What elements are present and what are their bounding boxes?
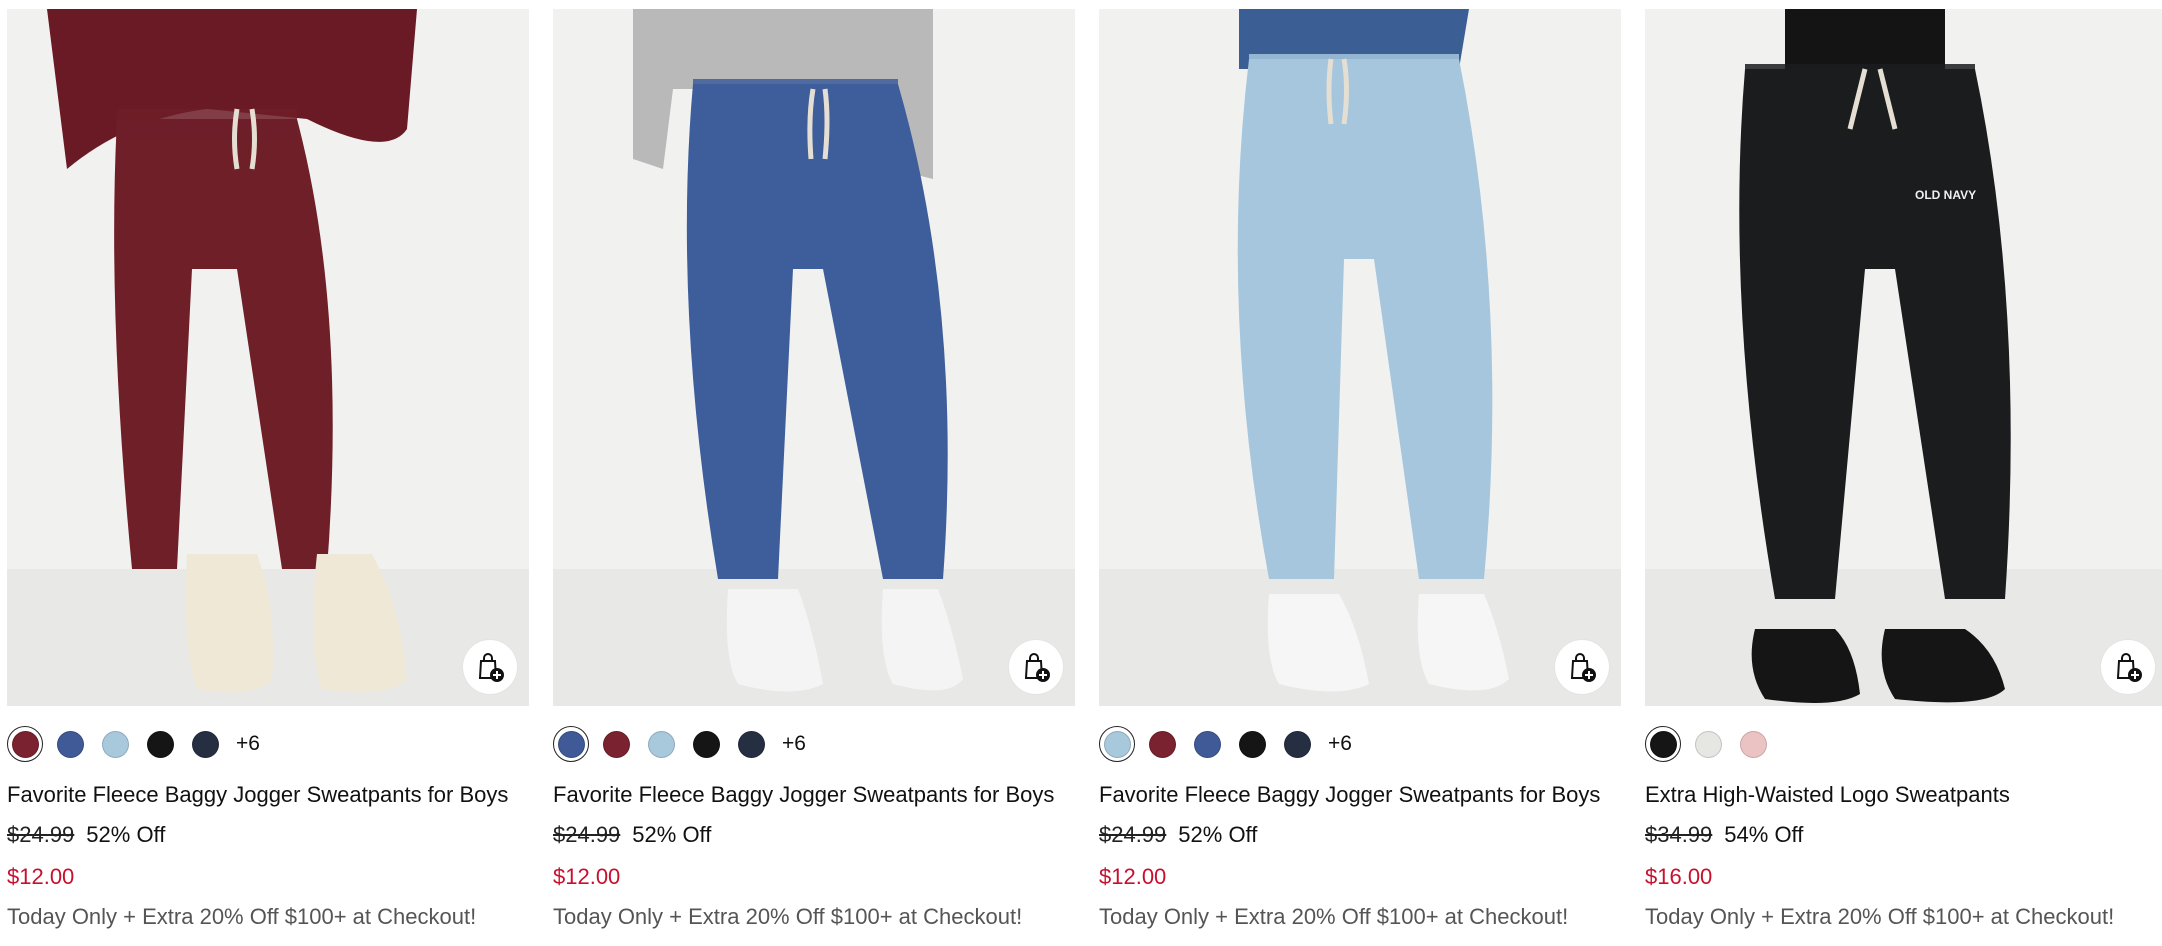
swatch-dot [101, 730, 129, 758]
color-swatches: +6 [7, 724, 529, 764]
discount-label: 52% Off [1178, 822, 1258, 847]
more-colors-link[interactable]: +6 [236, 732, 260, 756]
price-row: $24.99 52% Off [7, 822, 529, 848]
promo-text: Today Only + Extra 20% Off $100+ at Chec… [1099, 904, 1569, 929]
swatch-dot [191, 730, 219, 758]
original-price: $34.99 [1645, 822, 1713, 847]
bag-plus-icon [478, 653, 504, 682]
product-title[interactable]: Favorite Fleece Baggy Jogger Sweatpants … [553, 782, 1075, 808]
swatch-dot [11, 730, 39, 758]
product-card-4[interactable]: OLD NAVY Extra High-Waisted Logo Sweatpa… [1645, 9, 2162, 930]
color-swatches [1645, 724, 2162, 764]
price-row: $24.99 52% Off [1099, 822, 1621, 848]
color-swatch[interactable] [52, 726, 88, 762]
product-image[interactable] [7, 9, 529, 706]
quick-add-button[interactable] [463, 640, 517, 694]
color-swatch[interactable] [1735, 726, 1771, 762]
logo-text: OLD NAVY [1915, 188, 1976, 202]
swatch-dot [1193, 730, 1221, 758]
color-swatch[interactable] [553, 726, 589, 762]
product-image[interactable] [1099, 9, 1621, 706]
discount-label: 52% Off [86, 822, 166, 847]
discount-label: 52% Off [632, 822, 712, 847]
product-image[interactable] [553, 9, 1075, 706]
swatch-dot [737, 730, 765, 758]
original-price: $24.99 [553, 822, 621, 847]
product-card-1[interactable]: +6 Favorite Fleece Baggy Jogger Sweatpan… [7, 9, 529, 930]
promo-text: Today Only + Extra 20% Off $100+ at Chec… [553, 904, 1023, 929]
color-swatch[interactable] [1144, 726, 1180, 762]
swatch-dot [557, 730, 585, 758]
sale-price: $12.00 [7, 864, 75, 889]
color-swatch[interactable] [733, 726, 769, 762]
quick-add-button[interactable] [1009, 640, 1063, 694]
color-swatch[interactable] [187, 726, 223, 762]
swatch-dot [146, 730, 174, 758]
product-title[interactable]: Favorite Fleece Baggy Jogger Sweatpants … [7, 782, 529, 808]
price-row: $24.99 52% Off [553, 822, 1075, 848]
swatch-dot [602, 730, 630, 758]
product-title[interactable]: Favorite Fleece Baggy Jogger Sweatpants … [1099, 782, 1621, 808]
discount-label: 54% Off [1724, 822, 1804, 847]
more-colors-link[interactable]: +6 [782, 732, 806, 756]
price-row: $34.99 54% Off [1645, 822, 2162, 848]
product-title[interactable]: Extra High-Waisted Logo Sweatpants [1645, 782, 2162, 808]
swatch-dot [1739, 730, 1767, 758]
color-swatch[interactable] [1645, 726, 1681, 762]
swatch-dot [1283, 730, 1311, 758]
product-photo [7, 9, 529, 706]
color-swatch[interactable] [598, 726, 634, 762]
more-colors-link[interactable]: +6 [1328, 732, 1352, 756]
swatch-dot [1103, 730, 1131, 758]
product-image[interactable]: OLD NAVY [1645, 9, 2162, 706]
color-swatch[interactable] [688, 726, 724, 762]
color-swatch[interactable] [1189, 726, 1225, 762]
color-swatch[interactable] [1279, 726, 1315, 762]
swatch-dot [1694, 730, 1722, 758]
swatch-dot [1649, 730, 1677, 758]
swatch-dot [692, 730, 720, 758]
product-photo [1099, 9, 1621, 706]
product-photo: OLD NAVY [1645, 9, 2162, 706]
color-swatches: +6 [1099, 724, 1621, 764]
color-swatch[interactable] [1234, 726, 1270, 762]
color-swatch[interactable] [1690, 726, 1726, 762]
sale-price: $12.00 [553, 864, 621, 889]
bag-plus-icon [1024, 653, 1050, 682]
quick-add-button[interactable] [2101, 640, 2155, 694]
product-card-3[interactable]: +6 Favorite Fleece Baggy Jogger Sweatpan… [1099, 9, 1621, 930]
original-price: $24.99 [1099, 822, 1167, 847]
swatch-dot [647, 730, 675, 758]
promo-text: Today Only + Extra 20% Off $100+ at Chec… [7, 904, 477, 929]
bag-plus-icon [1570, 653, 1596, 682]
product-card-2[interactable]: +6 Favorite Fleece Baggy Jogger Sweatpan… [553, 9, 1075, 930]
original-price: $24.99 [7, 822, 75, 847]
color-swatch[interactable] [1099, 726, 1135, 762]
bag-plus-icon [2116, 653, 2142, 682]
swatch-dot [56, 730, 84, 758]
color-swatch[interactable] [7, 726, 43, 762]
swatch-dot [1148, 730, 1176, 758]
color-swatch[interactable] [142, 726, 178, 762]
product-photo [553, 9, 1075, 706]
color-swatches: +6 [553, 724, 1075, 764]
color-swatch[interactable] [97, 726, 133, 762]
quick-add-button[interactable] [1555, 640, 1609, 694]
sale-price: $16.00 [1645, 864, 1713, 889]
product-grid: +6 Favorite Fleece Baggy Jogger Sweatpan… [7, 9, 2162, 930]
sale-price: $12.00 [1099, 864, 1167, 889]
color-swatch[interactable] [643, 726, 679, 762]
swatch-dot [1238, 730, 1266, 758]
promo-text: Today Only + Extra 20% Off $100+ at Chec… [1645, 904, 2115, 929]
